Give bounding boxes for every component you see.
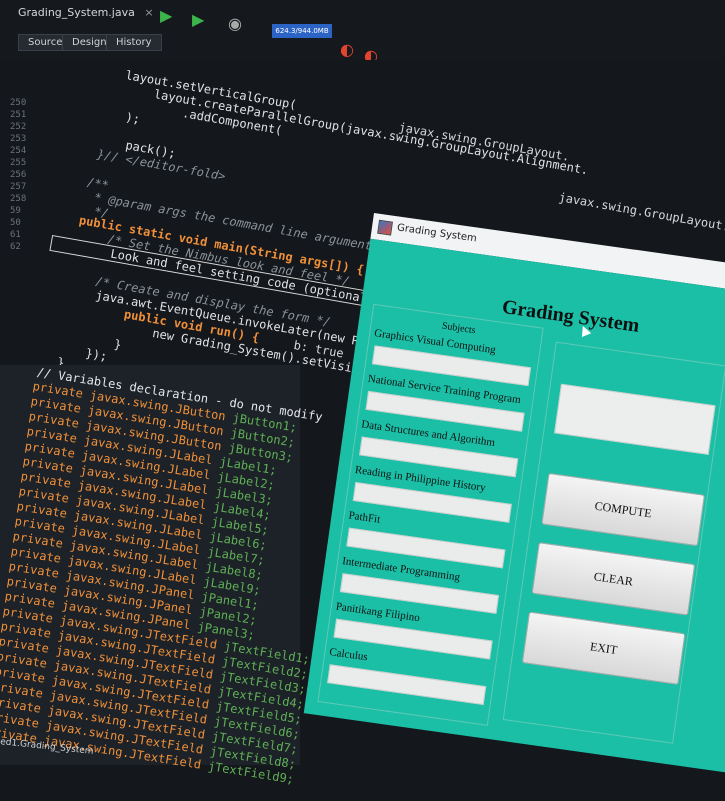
compute-button[interactable]: COMPUTE: [541, 472, 706, 547]
profile-icon[interactable]: ◉: [228, 14, 242, 33]
debug-icon[interactable]: ▶: [192, 10, 204, 29]
results-panel: COMPUTE CLEAR EXIT: [502, 341, 725, 744]
grading-system-window: Grading System – □ Grading System Subjec…: [303, 213, 725, 780]
grade-input-field[interactable]: [327, 664, 487, 706]
clear-button[interactable]: CLEAR: [531, 542, 696, 616]
file-tab-label: Grading_System.java: [18, 6, 135, 19]
subjects-header: Subjects: [441, 320, 477, 337]
result-display: [554, 383, 716, 455]
line-number: 59: [10, 206, 21, 216]
line-number: 253: [10, 134, 27, 144]
subject-label: PathFit: [347, 509, 381, 526]
line-number: 61: [10, 230, 21, 240]
line-number: 255: [10, 158, 27, 168]
code-fragment: javax.swing.GroupLayout.: [557, 190, 725, 234]
exit-button[interactable]: EXIT: [521, 611, 686, 685]
line-number: 252: [10, 122, 27, 132]
window-title: Grading System: [396, 222, 478, 245]
line-number: 251: [10, 110, 27, 120]
declarations-section[interactable]: // Variables declaration - do not modify…: [0, 365, 323, 786]
editor-file-tab[interactable]: Grading_System.java ×: [18, 6, 154, 19]
line-number: 50: [10, 218, 21, 228]
line-number: 256: [10, 170, 27, 180]
java-app-icon: [377, 219, 393, 236]
tab-history[interactable]: History: [106, 34, 162, 51]
line-number: 258: [10, 194, 27, 204]
gc-icon[interactable]: ◐: [340, 40, 354, 59]
run-icon[interactable]: ▶: [160, 6, 172, 25]
line-number: 62: [10, 242, 21, 252]
window-content: Grading System Subjects Graphics Visual …: [303, 238, 725, 780]
ide-toolbar: Grading_System.java × Source Design Hist…: [0, 0, 725, 65]
line-number: 250: [10, 98, 27, 108]
line-number: 254: [10, 146, 27, 156]
close-tab-icon[interactable]: ×: [144, 6, 153, 19]
subject-label: Calculus: [328, 646, 369, 664]
line-number: 257: [10, 182, 27, 192]
memory-indicator[interactable]: 624.3/944.0MB: [272, 24, 332, 38]
